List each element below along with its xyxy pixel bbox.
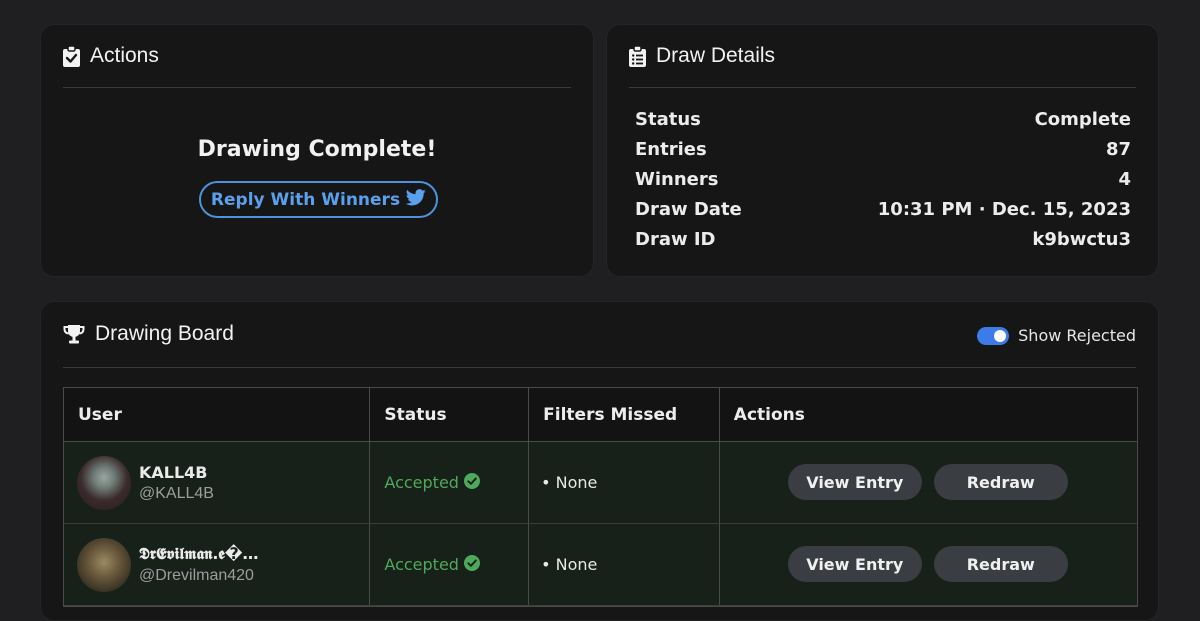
detail-row-draw-id: Draw ID k9bwctu3	[635, 229, 1131, 250]
detail-value: Complete	[1034, 109, 1131, 130]
view-entry-button[interactable]: View Entry	[787, 546, 922, 582]
show-rejected-label: Show Rejected	[1018, 326, 1136, 345]
drawing-board-card: Drawing Board Show Rejected User Status …	[40, 301, 1159, 621]
filters-missed-value: • None	[541, 473, 598, 492]
check-circle-icon	[463, 472, 480, 493]
reply-button-label: Reply With Winners	[210, 189, 401, 210]
divider	[63, 87, 571, 88]
detail-row-winners: Winners 4	[635, 169, 1131, 190]
actions-card-header: Actions	[63, 44, 159, 68]
status-text: Accepted	[384, 473, 459, 492]
user-info: KALL4B @KALL4B	[139, 463, 214, 503]
draw-details-card: Draw Details Status Complete Entries 87 …	[606, 24, 1159, 277]
filters-missed-value: • None	[541, 555, 598, 574]
user-display-name: 𝕯𝖗𝕰𝖛𝖎𝖑𝖒𝖆𝖓.𝖊�…	[139, 544, 259, 563]
user-handle: @Drevilman420	[139, 567, 254, 584]
user-info: 𝕯𝖗𝕰𝖛𝖎𝖑𝖒𝖆𝖓.𝖊�… @Drevilman420	[139, 544, 259, 585]
detail-label: Winners	[635, 169, 719, 190]
drawing-board-title: Drawing Board	[95, 322, 234, 345]
divider	[63, 367, 1136, 368]
show-rejected-toggle[interactable]	[977, 326, 1010, 345]
divider	[629, 87, 1136, 88]
table-row: 𝕯𝖗𝕰𝖛𝖎𝖑𝖒𝖆𝖓.𝖊�… @Drevilman420 Accepted • N…	[64, 524, 1137, 606]
actions-cell: View Entry Redraw	[720, 442, 1137, 523]
detail-value: 87	[1105, 139, 1131, 160]
show-rejected-control: Show Rejected	[977, 326, 1136, 345]
drawing-board-header: Drawing Board	[63, 322, 234, 346]
actions-title: Actions	[90, 44, 159, 67]
table-row: KALL4B @KALL4B Accepted • None View Entr…	[64, 442, 1137, 524]
view-entry-button[interactable]: View Entry	[787, 464, 922, 500]
status-text: Accepted	[384, 555, 459, 574]
trophy-icon	[63, 324, 85, 344]
twitter-bird-icon	[405, 188, 426, 211]
check-circle-icon	[463, 554, 480, 575]
detail-label: Draw ID	[635, 229, 716, 250]
detail-row-draw-date: Draw Date 10:31 PM · Dec. 15, 2023	[635, 199, 1131, 220]
user-display-name: KALL4B	[139, 462, 208, 482]
column-header-user: User	[64, 388, 371, 442]
avatar	[77, 455, 131, 510]
detail-label: Draw Date	[635, 199, 742, 220]
detail-row-status: Status Complete	[635, 109, 1131, 130]
status-badge: Accepted	[384, 554, 480, 575]
redraw-button[interactable]: Redraw	[933, 546, 1068, 582]
draw-details-header: Draw Details	[629, 44, 775, 68]
user-handle: @KALL4B	[139, 484, 214, 502]
detail-value: 4	[1118, 169, 1131, 190]
reply-with-winners-button[interactable]: Reply With Winners	[199, 181, 438, 218]
status-cell: Accepted	[370, 442, 530, 523]
status-badge: Accepted	[384, 472, 480, 493]
actions-card: Actions Drawing Complete! Reply With Win…	[40, 24, 594, 277]
detail-label: Status	[635, 109, 701, 130]
filters-missed-cell: • None	[529, 442, 720, 523]
user-cell: KALL4B @KALL4B	[64, 442, 371, 523]
detail-value: 10:31 PM · Dec. 15, 2023	[877, 199, 1131, 220]
avatar	[77, 537, 131, 592]
redraw-button[interactable]: Redraw	[933, 464, 1068, 500]
clipboard-check-icon	[63, 45, 80, 67]
detail-label: Entries	[635, 139, 707, 160]
drawing-board-table: User Status Filters Missed Actions KALL4…	[63, 387, 1138, 607]
drawing-complete-message: Drawing Complete!	[197, 137, 437, 162]
table-header-row: User Status Filters Missed Actions	[64, 388, 1137, 442]
detail-value: k9bwctu3	[1032, 229, 1131, 250]
column-header-status: Status	[370, 388, 530, 442]
detail-row-entries: Entries 87	[635, 139, 1131, 160]
column-header-actions: Actions	[719, 388, 1137, 442]
draw-details-title: Draw Details	[656, 44, 776, 67]
clipboard-list-icon	[629, 45, 646, 67]
column-header-filters-missed: Filters Missed	[529, 388, 720, 442]
